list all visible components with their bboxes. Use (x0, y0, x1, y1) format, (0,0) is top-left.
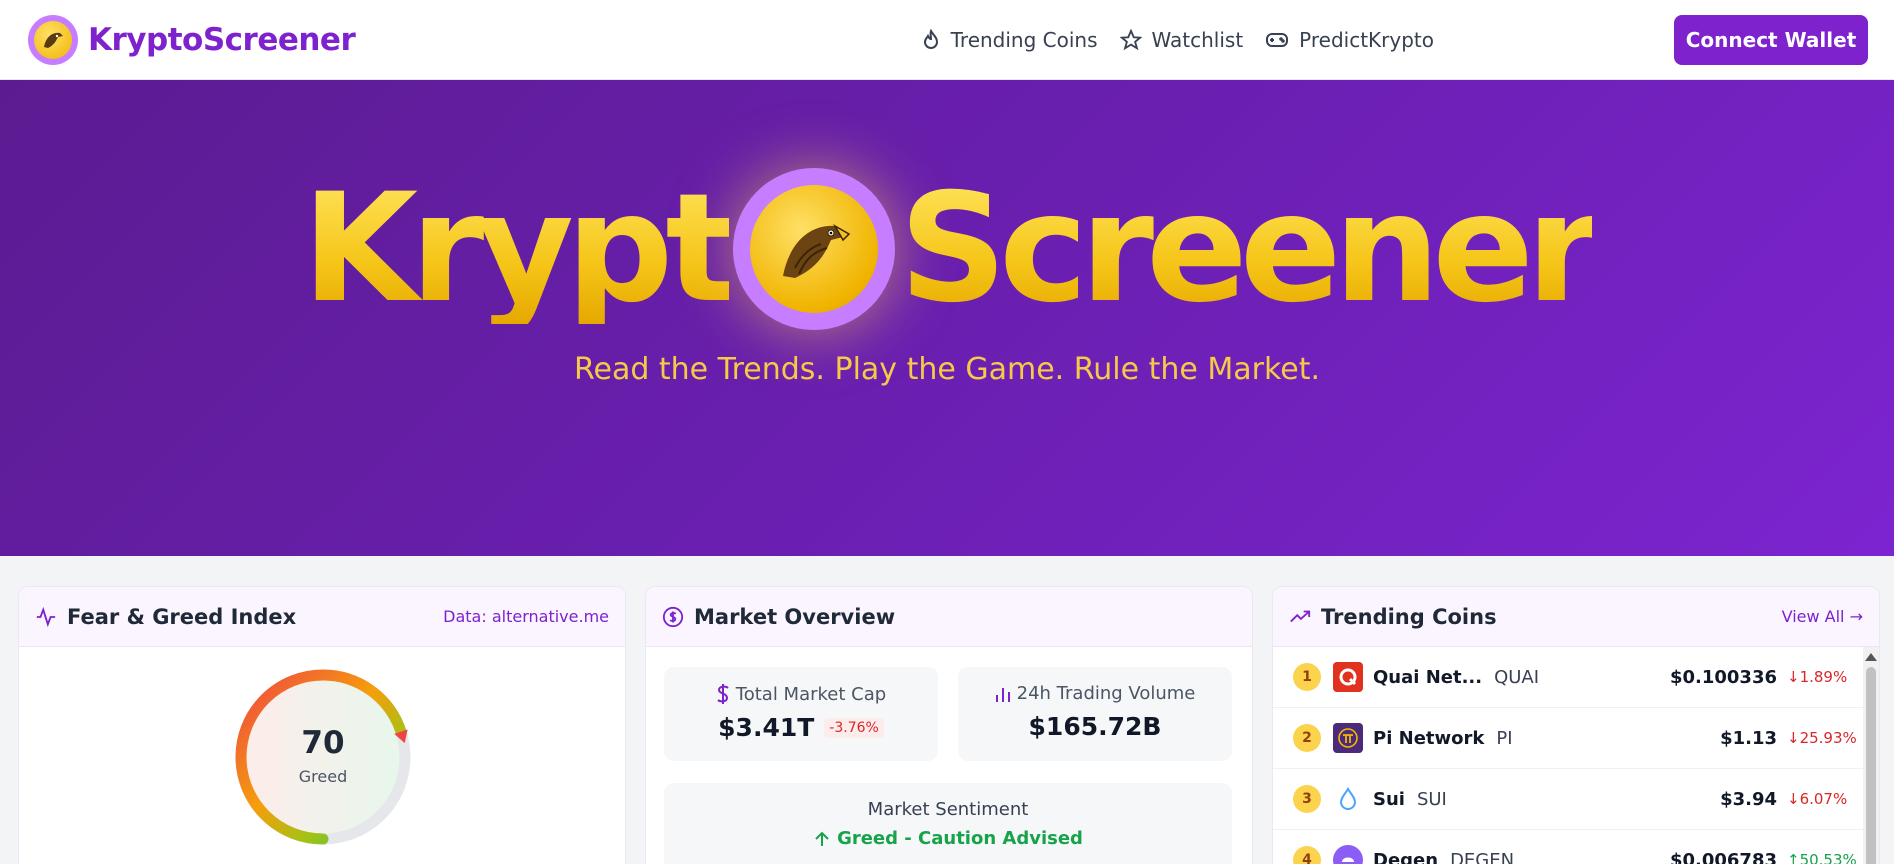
coin-name: Sui (1373, 788, 1405, 810)
coin-price: $1.13 (1720, 727, 1777, 749)
degen-coin-icon (1333, 845, 1363, 864)
hero-title: Krypt Screener (0, 154, 1894, 344)
brand-link[interactable]: KryptoScreener (28, 14, 356, 66)
rank-badge: 4 (1293, 846, 1321, 864)
hero-banner: Krypt Screener Read the Trends. Play the… (0, 80, 1894, 556)
total-market-cap-value: $3.41T (718, 713, 815, 742)
fear-greed-title: Fear & Greed Index (67, 604, 297, 629)
brand-name: KryptoScreener (88, 22, 356, 58)
market-overview-card: Market Overview Total Market Cap $3.41T … (645, 586, 1253, 864)
dollar-circle-icon (662, 606, 684, 627)
sentiment-label: Market Sentiment (867, 799, 1029, 820)
coin-change: ↑50.53% (1787, 851, 1857, 864)
trending-up-icon (1290, 610, 1311, 622)
dollar-icon (717, 684, 729, 704)
nav-watchlist[interactable]: Watchlist (1119, 28, 1244, 52)
coin-symbol: DEGEN (1450, 849, 1515, 864)
market-overview-title: Market Overview (694, 604, 896, 629)
view-all-link[interactable]: View All → (1782, 607, 1863, 626)
nav-watchlist-label: Watchlist (1151, 28, 1244, 52)
main-nav: Trending Coins Watchlist PredictKrypto (899, 22, 1434, 58)
fear-greed-gauge: 70 Greed (233, 667, 413, 847)
nav-trending-coins[interactable]: Trending Coins (921, 28, 1098, 52)
coin-change: ↓1.89% (1787, 668, 1848, 686)
coin-symbol: SUI (1416, 788, 1447, 810)
trending-list: 1 Quai Net... QUAI $0.100336 ↓1.89% 2 Pi… (1273, 647, 1863, 864)
coin-name: Quai Net... (1373, 666, 1483, 688)
hero-title-left: Krypt (302, 162, 737, 336)
hero-eagle-logo-icon (733, 168, 896, 330)
volume-label: 24h Trading Volume (1016, 683, 1196, 704)
eagle-logo-icon (28, 15, 78, 65)
coin-price: $3.94 (1720, 788, 1777, 810)
hero-title-right: Screener (899, 162, 1600, 336)
coin-name: Degen (1373, 849, 1439, 864)
star-icon (1119, 29, 1142, 51)
gamepad-icon (1266, 33, 1289, 47)
fear-greed-header: Fear & Greed Index Data: alternative.me (19, 587, 625, 647)
nav-predictkrypto[interactable]: PredictKrypto (1265, 28, 1434, 52)
coin-price: $0.006783 (1669, 849, 1777, 864)
market-overview-header: Market Overview (646, 587, 1252, 647)
fear-greed-card: Fear & Greed Index Data: alternative.me (18, 586, 626, 864)
trending-title: Trending Coins (1321, 604, 1497, 629)
coin-name: Pi Network (1373, 727, 1485, 749)
trending-row[interactable]: 3 Sui SUI $3.94 ↓6.07% (1273, 769, 1863, 830)
coin-symbol: QUAI (1494, 666, 1540, 688)
market-sentiment-box: Market Sentiment Greed - Caution Advised (664, 783, 1232, 864)
hero-tagline: Read the Trends. Play the Game. Rule the… (573, 352, 1320, 387)
trending-row[interactable]: 1 Quai Net... QUAI $0.100336 ↓1.89% (1273, 647, 1863, 708)
pi-coin-icon (1333, 723, 1363, 753)
total-market-cap-label: Total Market Cap (735, 683, 887, 705)
arrow-up-icon (815, 831, 829, 846)
scrollbar-thumb[interactable] (1866, 667, 1876, 864)
fear-greed-value: 70 (301, 725, 345, 761)
fear-greed-label: Greed (298, 767, 348, 786)
top-navbar: KryptoScreener Trending Coins Watchlist … (0, 0, 1894, 80)
total-market-cap-stat: Total Market Cap $3.41T -3.76% (664, 667, 938, 761)
bar-chart-icon (995, 687, 1010, 702)
trending-scrollbar[interactable] (1863, 647, 1879, 864)
fear-greed-source: Data: alternative.me (443, 607, 609, 626)
coin-price: $0.100336 (1669, 666, 1777, 688)
sui-coin-icon (1333, 784, 1363, 814)
nav-trending-label: Trending Coins (950, 28, 1098, 52)
scroll-up-icon[interactable] (1865, 653, 1877, 661)
coin-symbol: PI (1496, 727, 1513, 749)
rank-badge: 3 (1293, 785, 1321, 813)
coin-change: ↓25.93% (1787, 729, 1857, 747)
volume-value: $165.72B (1028, 712, 1162, 741)
trending-coins-card: Trending Coins View All → 1 Quai Net... … (1272, 586, 1880, 864)
connect-wallet-button[interactable]: Connect Wallet (1674, 15, 1868, 65)
trending-row[interactable]: 2 Pi Network PI $1.13 ↓25.93% (1273, 708, 1863, 769)
sentiment-value: Greed - Caution Advised (837, 828, 1083, 849)
trending-header: Trending Coins View All → (1273, 587, 1879, 647)
rank-badge: 2 (1293, 724, 1321, 752)
rank-badge: 1 (1293, 663, 1321, 691)
volume-stat: 24h Trading Volume $165.72B (958, 667, 1232, 761)
flame-icon (923, 29, 938, 49)
total-market-cap-change: -3.76% (824, 717, 884, 738)
trending-row[interactable]: 4 Degen DEGEN $0.006783 ↑50.53% (1273, 830, 1863, 864)
coin-change: ↓6.07% (1787, 790, 1848, 808)
activity-icon (36, 606, 56, 627)
quai-coin-icon (1333, 662, 1363, 692)
nav-predictkrypto-label: PredictKrypto (1299, 28, 1434, 52)
